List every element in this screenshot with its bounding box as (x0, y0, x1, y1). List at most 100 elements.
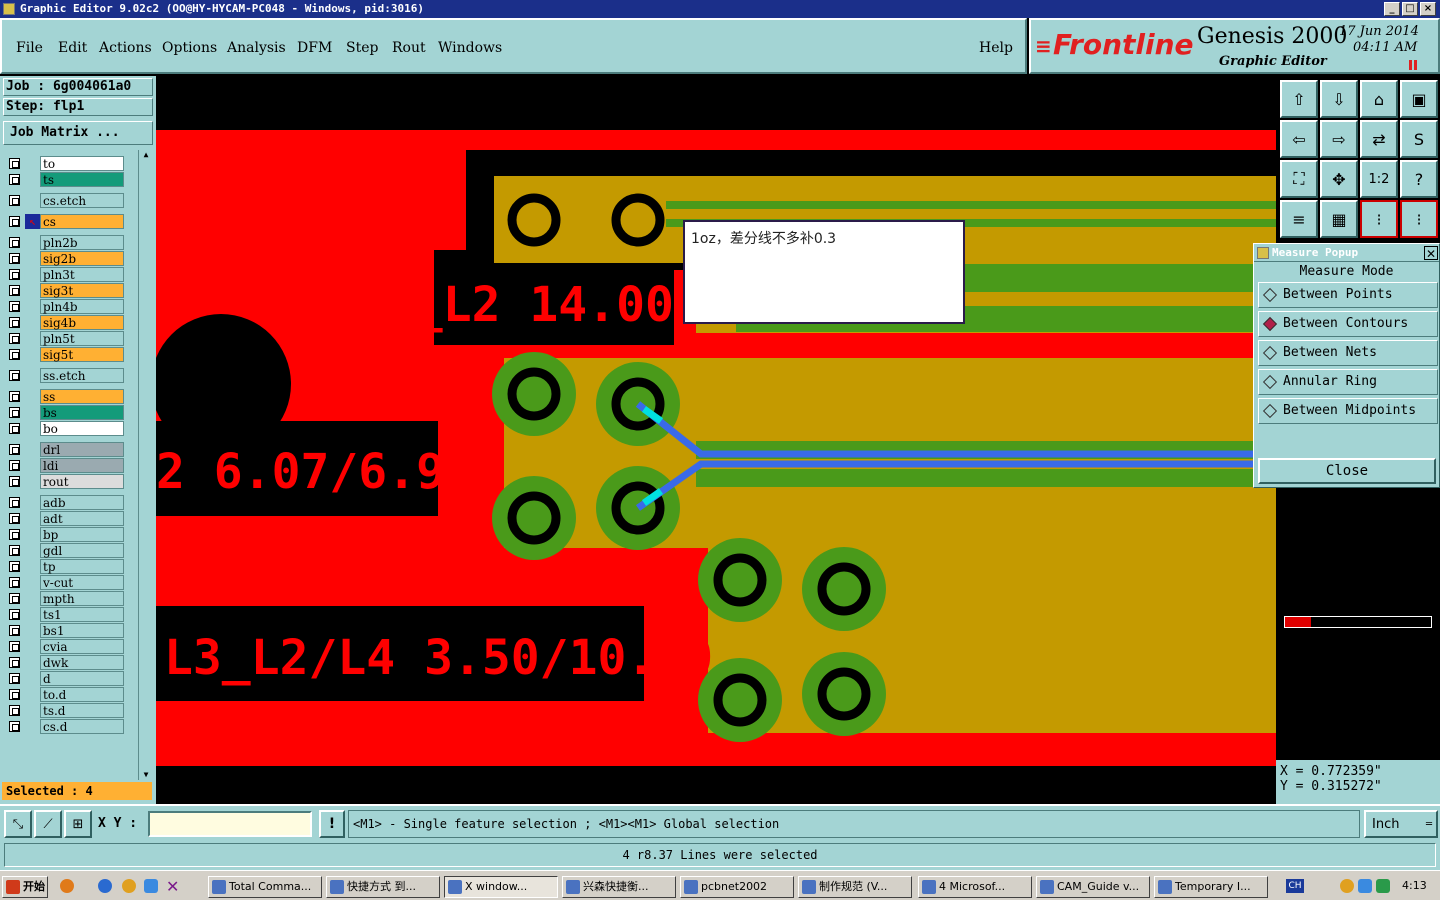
layer-checkbox[interactable] (9, 689, 20, 700)
measure-option-annular-ring[interactable]: Annular Ring (1258, 369, 1438, 395)
layer-checkbox[interactable] (9, 657, 20, 668)
home-icon[interactable]: ⌂ (1360, 80, 1398, 118)
layer-name[interactable]: pln2b (40, 235, 124, 250)
layer-row-drl[interactable]: drl (6, 442, 124, 457)
layer-name[interactable]: d (40, 671, 124, 686)
tray-icon-2[interactable] (1358, 879, 1372, 893)
layer-row-ts1[interactable]: ts1 (6, 607, 124, 622)
taskbar-task[interactable]: X window... (444, 876, 558, 898)
layer-name[interactable]: gdl (40, 543, 124, 558)
measure-tool-icon[interactable]: ⟋ (34, 810, 62, 838)
snap-icon[interactable]: ⊞ (64, 810, 92, 838)
redraw-icon[interactable]: S (1400, 120, 1438, 158)
layer-checkbox[interactable] (9, 195, 20, 206)
layer-row-ldi[interactable]: ldi (6, 458, 124, 473)
layer-row-sig4b[interactable]: sig4b (6, 315, 124, 330)
layer-name[interactable]: sig3t (40, 283, 124, 298)
layer-name[interactable]: pln5t (40, 331, 124, 346)
menu-analysis[interactable]: Analysis (227, 40, 286, 56)
layer-row-cs[interactable]: ↖ cs (6, 214, 124, 229)
layer-name[interactable]: to (40, 156, 124, 171)
layer-checkbox[interactable] (9, 407, 20, 418)
layer-checkbox[interactable] (9, 349, 20, 360)
zoom-home-icon[interactable]: ⇧ (1280, 80, 1318, 118)
layer-checkbox[interactable] (9, 216, 20, 227)
layer-checkbox[interactable] (9, 545, 20, 556)
layer-name[interactable]: drl (40, 442, 124, 457)
layer-checkbox[interactable] (9, 625, 20, 636)
menu-rout[interactable]: Rout (392, 40, 426, 56)
layer-name[interactable]: tp (40, 559, 124, 574)
layer-affected-toggle[interactable] (25, 575, 40, 590)
layer-row-dwk[interactable]: dwk (6, 655, 124, 670)
layer-checkbox[interactable] (9, 301, 20, 312)
layer-name[interactable]: to.d (40, 687, 124, 702)
layer-row-rout[interactable]: rout (6, 474, 124, 489)
taskbar-task[interactable]: Temporary I... (1154, 876, 1268, 898)
layer-affected-toggle[interactable] (25, 267, 40, 282)
layer-affected-toggle[interactable] (25, 172, 40, 187)
maximize-button[interactable]: □ (1402, 2, 1418, 16)
layer-row-pln3t[interactable]: pln3t (6, 267, 124, 282)
layer-row-to[interactable]: to (6, 156, 124, 171)
layer-row-gdl[interactable]: gdl (6, 543, 124, 558)
mirror-icon[interactable]: ⇄ (1360, 120, 1398, 158)
layer-name[interactable]: rout (40, 474, 124, 489)
layer-checkbox[interactable] (9, 391, 20, 402)
layer-affected-toggle[interactable] (25, 703, 40, 718)
layer-affected-toggle[interactable] (25, 299, 40, 314)
layer-checkbox[interactable] (9, 174, 20, 185)
measure-option-between-points[interactable]: Between Points (1258, 282, 1438, 308)
layer-name[interactable]: pln3t (40, 267, 124, 282)
taskbar-task[interactable]: 制作规范 (V... (798, 876, 912, 898)
layer-checkbox[interactable] (9, 609, 20, 620)
layer-name[interactable]: sig5t (40, 347, 124, 362)
layer-affected-toggle[interactable] (25, 474, 40, 489)
tray-icon-1[interactable] (1340, 879, 1354, 893)
scale-1-2-icon[interactable]: 1:2 (1360, 160, 1398, 198)
layer-row-pln5t[interactable]: pln5t (6, 331, 124, 346)
layer-row-pln4b[interactable]: pln4b (6, 299, 124, 314)
layer-name[interactable]: sig2b (40, 251, 124, 266)
menu-dfm[interactable]: DFM (297, 40, 332, 56)
layer-checkbox[interactable] (9, 333, 20, 344)
menu-windows[interactable]: Windows (438, 40, 502, 56)
layer-row-sig2b[interactable]: sig2b (6, 251, 124, 266)
measure-close-icon[interactable]: ✕ (1424, 246, 1438, 261)
quicklaunch-icon-1[interactable] (60, 879, 74, 893)
taskbar-task[interactable]: 4 Microsof... (918, 876, 1032, 898)
help-icon[interactable]: ? (1400, 160, 1438, 198)
layer-checkbox[interactable] (9, 641, 20, 652)
layer-checkbox[interactable] (9, 158, 20, 169)
layer-row-cvia[interactable]: cvia (6, 639, 124, 654)
layer-affected-toggle[interactable] (25, 193, 40, 208)
layer-checkbox[interactable] (9, 497, 20, 508)
measure-option-between-midpoints[interactable]: Between Midpoints (1258, 398, 1438, 424)
menu-edit[interactable]: Edit (58, 40, 87, 56)
layer-row-pln2b[interactable]: pln2b (6, 235, 124, 250)
layer-affected-toggle[interactable] (25, 368, 40, 383)
layer-row-sig3t[interactable]: sig3t (6, 283, 124, 298)
layer-checkbox[interactable] (9, 460, 20, 471)
layer-name[interactable]: ss.etch (40, 368, 124, 383)
layer-row-ss-etch[interactable]: ss.etch (6, 368, 124, 383)
scroll-down-icon[interactable]: ▼ (141, 770, 151, 780)
layer-affected-toggle[interactable] (25, 687, 40, 702)
layer-affected-toggle[interactable] (25, 442, 40, 457)
taskbar-task[interactable]: pcbnet2002 (680, 876, 794, 898)
grid-icon[interactable]: ▦ (1320, 200, 1358, 238)
layer-checkbox[interactable] (9, 269, 20, 280)
clock-app-icon[interactable] (122, 879, 136, 893)
layer-name[interactable]: dwk (40, 655, 124, 670)
layer-affected-toggle[interactable] (25, 331, 40, 346)
layer-affected-toggle[interactable] (25, 591, 40, 606)
layer-checkbox[interactable] (9, 593, 20, 604)
pan-right-icon[interactable]: ⇨ (1320, 120, 1358, 158)
layer-name[interactable]: ts (40, 172, 124, 187)
layer-name[interactable]: cs.etch (40, 193, 124, 208)
taskbar-task[interactable]: Total Comma... (208, 876, 322, 898)
layer-checkbox[interactable] (9, 513, 20, 524)
layer-row-cs-d[interactable]: cs.d (6, 719, 124, 734)
layer-affected-toggle[interactable] (25, 315, 40, 330)
layer-affected-toggle[interactable] (25, 559, 40, 574)
